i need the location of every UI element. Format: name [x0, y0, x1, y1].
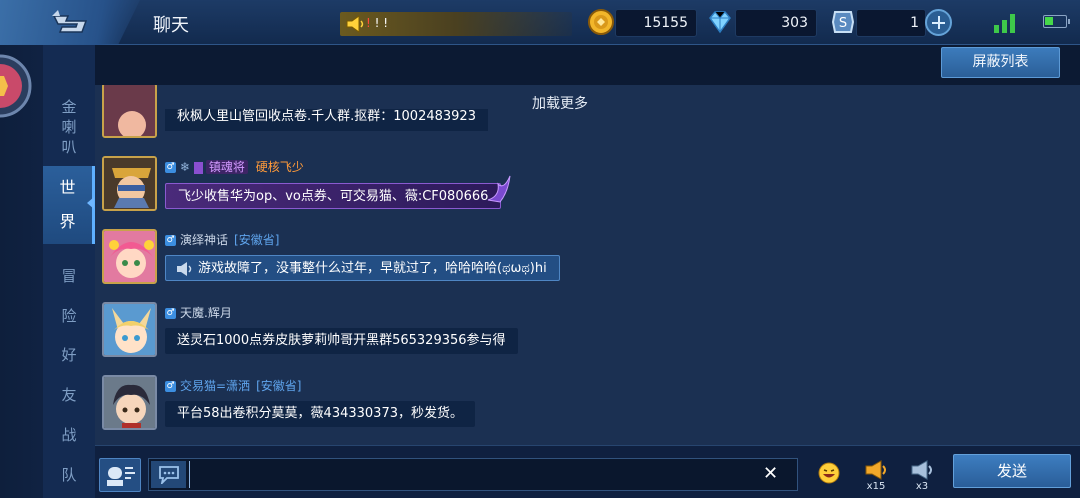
avatar[interactable]: [102, 85, 157, 138]
megaphone-icon: [346, 15, 364, 33]
silver-horn-button[interactable]: x3: [907, 459, 937, 495]
sender-region: [安徽省]: [234, 233, 280, 247]
gold-horn-button[interactable]: x15: [861, 459, 891, 495]
announcement-bar[interactable]: ! ! !: [340, 12, 572, 36]
message-bubble: 秋枫人里山管回收点卷.千人群.抠群：1002483923: [165, 109, 488, 131]
chat-area[interactable]: 加载更多 秋枫人里山管回收点卷.千人群.抠群：1002483923 ♂ ❄ 镇魂将…: [95, 85, 1080, 445]
send-button[interactable]: 发送: [953, 454, 1071, 488]
sender-line: ♂ ❄ 镇魂将 硬核飞少: [165, 160, 304, 174]
list-item: ♂ ❄ 镇魂将 硬核飞少 飞少收售华为op、vo点券、可交易猫、薇:CF08066…: [95, 156, 995, 216]
add-currency-button[interactable]: [925, 9, 952, 36]
sender-line: ♂ 天魔.辉月: [165, 304, 232, 321]
sender-name[interactable]: 天魔.辉月: [180, 306, 232, 320]
message-bubble: 飞少收售华为op、vo点券、可交易猫、薇:CF080666: [165, 175, 511, 209]
list-item: ♂ 演绎神话 [安徽省] 游戏故障了，没事整什么过年，早就过了，哈哈哈哈(ಥωಥ)h…: [95, 229, 995, 289]
message-bubble: 平台58出卷积分莫莫，薇434330373，秒发货。: [165, 401, 475, 427]
chat-bubble-icon[interactable]: [151, 461, 186, 488]
microphone-keyboard-icon: [107, 467, 135, 486]
title-badge: 镇魂将: [205, 160, 248, 174]
avatar[interactable]: [102, 156, 157, 211]
message-bubble: 送灵石1000点券皮肤萝莉帅哥开黑群565329356参与得: [165, 328, 518, 354]
gold-horn-icon: [865, 460, 886, 480]
active-tab-marker: [87, 197, 94, 209]
list-item: ♂ 天魔.辉月 送灵石1000点券皮肤萝莉帅哥开黑群565329356参与得: [95, 302, 995, 362]
tab-team[interactable]: 战 队: [43, 415, 95, 495]
tab-gold-horn[interactable]: 金 喇 叭: [43, 97, 95, 157]
back-button[interactable]: [0, 0, 140, 45]
sender-region: [安徽省]: [256, 379, 302, 393]
male-icon: ♂: [165, 162, 176, 173]
channel-tabs: 金 喇 叭 世 界 冒 险 好 友 战 队: [43, 45, 95, 498]
silver-horn-icon: [911, 460, 932, 480]
male-icon: ♂: [165, 308, 176, 319]
back-arrow-icon: [52, 10, 88, 33]
input-bar: ✕ x15 x3 发送: [95, 445, 1080, 498]
diamond-icon: [709, 11, 731, 34]
sender-name[interactable]: 交易猫=潇洒: [180, 379, 250, 393]
avatar[interactable]: [102, 229, 157, 284]
sender-name[interactable]: 硬核飞少: [256, 160, 304, 174]
dragon-decoration-icon: [488, 175, 511, 203]
male-icon: ♂: [165, 381, 176, 392]
gold-counter: 15155: [615, 9, 697, 37]
gold-coin-icon: [588, 9, 614, 35]
top-bar: 聊天 ! ! ! 15155 303 S 1: [0, 0, 1080, 45]
coupon-icon: S: [831, 11, 855, 33]
silver-horn-count: x3: [915, 481, 929, 492]
sender-line: ♂ 交易猫=潇洒 [安徽省]: [165, 377, 301, 394]
male-icon: ♂: [165, 235, 176, 246]
avatar[interactable]: [102, 302, 157, 357]
svg-text:S: S: [839, 16, 847, 31]
chat-input-box[interactable]: [148, 458, 798, 491]
clear-input-button[interactable]: ✕: [763, 464, 778, 484]
sender-line: ♂ 演绎神话 [安徽省]: [165, 231, 279, 248]
sender-name[interactable]: 演绎神话: [180, 233, 228, 247]
list-item: 秋枫人里山管回收点卷.千人群.抠群：1002483923: [95, 85, 995, 139]
chat-input[interactable]: [189, 461, 749, 488]
battery-icon: [1043, 15, 1070, 28]
tab-adventure[interactable]: 冒 险: [43, 256, 95, 336]
diamond-counter: 303: [735, 9, 817, 37]
player-avatar[interactable]: [0, 54, 33, 118]
voice-input-button[interactable]: [99, 458, 141, 492]
block-list-button[interactable]: 屏蔽列表: [941, 47, 1060, 78]
gold-horn-count: x15: [866, 481, 886, 492]
announcement-text: ! ! !: [366, 16, 389, 30]
coupon-counter: 1: [856, 9, 926, 37]
avatar[interactable]: [102, 375, 157, 430]
list-item: ♂ 交易猫=潇洒 [安徽省] 平台58出卷积分莫莫，薇434330373，秒发货。: [95, 375, 995, 435]
tab-friends[interactable]: 好 友: [43, 335, 95, 415]
page-title: 聊天: [153, 15, 189, 36]
message-bubble: 游戏故障了，没事整什么过年，早就过了，哈哈哈哈(ಥωಥ)hi: [165, 255, 560, 281]
horn-icon: [177, 262, 192, 276]
emoji-icon[interactable]: [817, 461, 841, 485]
signal-icon: [994, 14, 1015, 33]
